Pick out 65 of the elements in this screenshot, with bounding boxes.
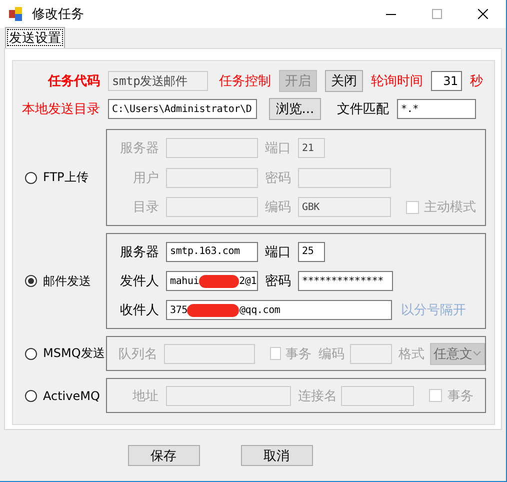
- input-field[interactable]: smtp发送邮件: [108, 71, 208, 91]
- checkbox-box[interactable]: [270, 347, 281, 360]
- redaction-mark: [199, 274, 240, 288]
- close-icon: [478, 9, 488, 19]
- field-label: 编码: [318, 346, 343, 362]
- radio-option[interactable]: MSMQ发送: [25, 345, 106, 362]
- input-field[interactable]: GBK: [298, 197, 391, 217]
- radio-button[interactable]: [25, 275, 37, 287]
- field-label: 收件人: [119, 302, 159, 320]
- field-label: 文件匹配: [337, 101, 389, 118]
- field-label: 密码: [265, 273, 291, 290]
- input-field[interactable]: [298, 168, 391, 188]
- input-field[interactable]: 21: [298, 138, 325, 158]
- field-label: 任务控制: [219, 73, 271, 90]
- input-field[interactable]: [166, 168, 258, 188]
- checkbox-box[interactable]: [406, 200, 419, 214]
- input-field[interactable]: C:\Users\Administrator\D: [108, 99, 257, 119]
- field-label: 端口: [265, 244, 291, 261]
- dialog-button[interactable]: 取消: [240, 445, 312, 466]
- input-field[interactable]: [166, 197, 258, 217]
- unit-label: 秒: [470, 73, 483, 90]
- field-label: 编码: [265, 199, 291, 216]
- field-label: 用户: [132, 170, 159, 186]
- field-label: 地址: [132, 388, 159, 404]
- dialog-button[interactable]: 保存: [128, 445, 200, 466]
- input-field[interactable]: [340, 386, 414, 406]
- field-label: 任务代码: [46, 73, 100, 90]
- tab[interactable]: 发送设置: [5, 27, 65, 48]
- radio-option[interactable]: FTP上传: [25, 169, 106, 186]
- input-field[interactable]: mahui 2@1: [166, 271, 258, 291]
- input-field[interactable]: [166, 386, 291, 406]
- radio-button[interactable]: [25, 390, 37, 402]
- field-label: 队列名: [117, 346, 158, 362]
- input-field[interactable]: 375 @qq.com: [166, 300, 392, 320]
- radio-option[interactable]: ActiveMQ: [25, 388, 106, 402]
- maximize-icon: [432, 9, 442, 19]
- field-label: 服务器: [119, 244, 159, 261]
- input-field[interactable]: smtp.163.com: [166, 242, 258, 262]
- field-label: 端口: [265, 140, 291, 157]
- input-field[interactable]: *.*: [397, 99, 476, 119]
- browse-button[interactable]: 浏览...: [269, 98, 321, 120]
- radio-button[interactable]: [25, 172, 37, 184]
- window-title: 修改任务: [32, 6, 84, 23]
- input-field[interactable]: [166, 138, 258, 158]
- input-field[interactable]: [350, 344, 392, 364]
- radio-option[interactable]: 邮件发送: [25, 272, 106, 290]
- input-field[interactable]: **************: [298, 271, 393, 291]
- input-field[interactable]: 31: [431, 71, 462, 91]
- field-label: 连接名: [298, 388, 334, 404]
- input-field[interactable]: [164, 344, 255, 364]
- app-icon: [9, 7, 23, 21]
- field-label: 格式: [398, 346, 423, 362]
- field-label: 服务器: [119, 140, 159, 157]
- field-label: 轮询时间: [371, 73, 423, 90]
- field-label: 本地发送目录: [21, 101, 100, 118]
- hint-text: 以分号隔开: [401, 302, 466, 320]
- checkbox-box[interactable]: [429, 389, 442, 402]
- chevron-down-icon: [473, 351, 482, 356]
- input-field[interactable]: 25: [298, 242, 325, 262]
- field-label: 发件人: [119, 273, 159, 290]
- redaction-mark: [187, 304, 240, 317]
- field-label: 目录: [132, 199, 159, 216]
- radio-button[interactable]: [25, 348, 37, 360]
- stop-button[interactable]: 关闭: [325, 70, 363, 92]
- field-label: 密码: [265, 170, 291, 186]
